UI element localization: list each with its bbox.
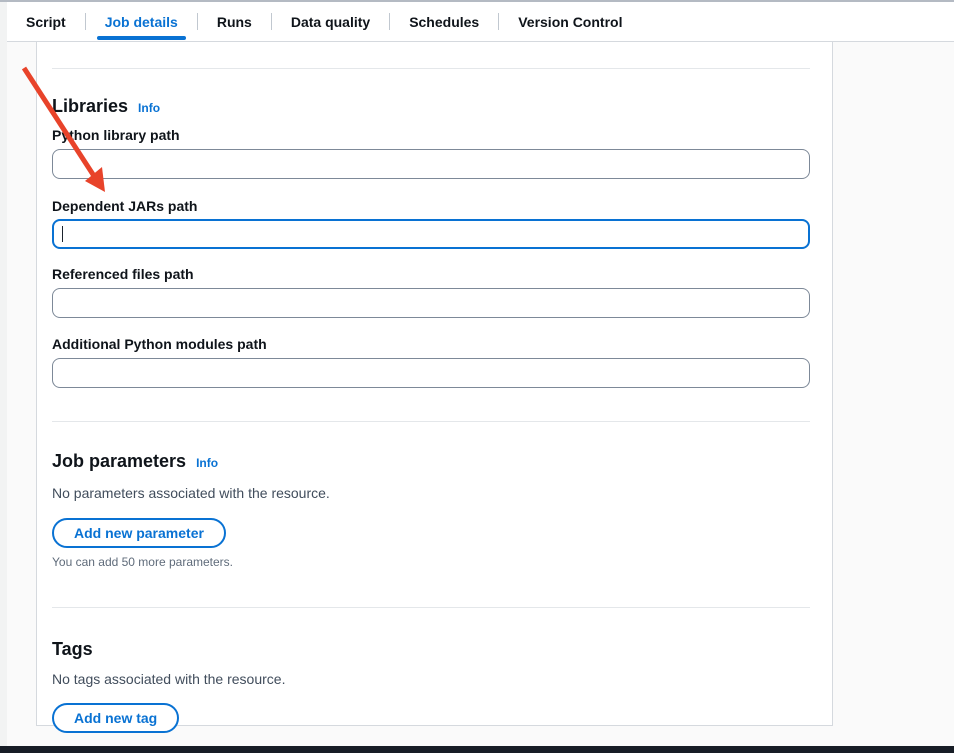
section-divider: [52, 607, 810, 608]
libraries-section-header: Libraries Info: [52, 95, 810, 117]
tab-schedules[interactable]: Schedules: [390, 2, 498, 41]
tab-version-control[interactable]: Version Control: [499, 2, 641, 41]
page-left-gutter: [0, 2, 7, 753]
python-library-path-input[interactable]: [52, 149, 810, 179]
job-parameters-constraint-text: You can add 50 more parameters.: [52, 554, 810, 570]
python-library-path-field: [52, 149, 810, 179]
tags-heading: Tags: [52, 638, 93, 660]
dependent-jars-path-input[interactable]: [52, 219, 810, 249]
referenced-files-path-input[interactable]: [52, 288, 810, 318]
job-tabbar: Script Job details Runs Data quality Sch…: [7, 2, 954, 42]
section-divider: [52, 68, 810, 69]
text-caret: [62, 226, 63, 242]
referenced-files-path-label: Referenced files path: [52, 265, 810, 283]
job-details-panel: Libraries Info Python library path Depen…: [36, 42, 833, 726]
libraries-heading: Libraries: [52, 95, 128, 117]
job-parameters-heading: Job parameters: [52, 450, 186, 472]
section-divider: [52, 421, 810, 422]
libraries-info-link[interactable]: Info: [138, 101, 160, 115]
tab-script[interactable]: Script: [7, 2, 85, 41]
tab-runs[interactable]: Runs: [198, 2, 271, 41]
job-parameters-info-link[interactable]: Info: [196, 456, 218, 470]
additional-python-modules-path-input[interactable]: [52, 358, 810, 388]
python-library-path-label: Python library path: [52, 126, 810, 144]
job-parameters-section-header: Job parameters Info: [52, 450, 810, 472]
tags-empty-text: No tags associated with the resource.: [52, 670, 810, 688]
tab-job-details[interactable]: Job details: [86, 2, 197, 41]
job-parameters-empty-text: No parameters associated with the resour…: [52, 484, 810, 502]
add-new-tag-button[interactable]: Add new tag: [52, 703, 179, 733]
window-bottom-bar: [0, 746, 954, 753]
referenced-files-path-field: [52, 288, 810, 318]
additional-python-modules-path-field: [52, 358, 810, 388]
tab-data-quality[interactable]: Data quality: [272, 2, 389, 41]
add-new-parameter-button[interactable]: Add new parameter: [52, 518, 226, 548]
dependent-jars-path-label: Dependent JARs path: [52, 197, 810, 215]
dependent-jars-path-field: [52, 219, 810, 249]
additional-python-modules-path-label: Additional Python modules path: [52, 335, 810, 353]
tags-section-header: Tags: [52, 638, 810, 660]
